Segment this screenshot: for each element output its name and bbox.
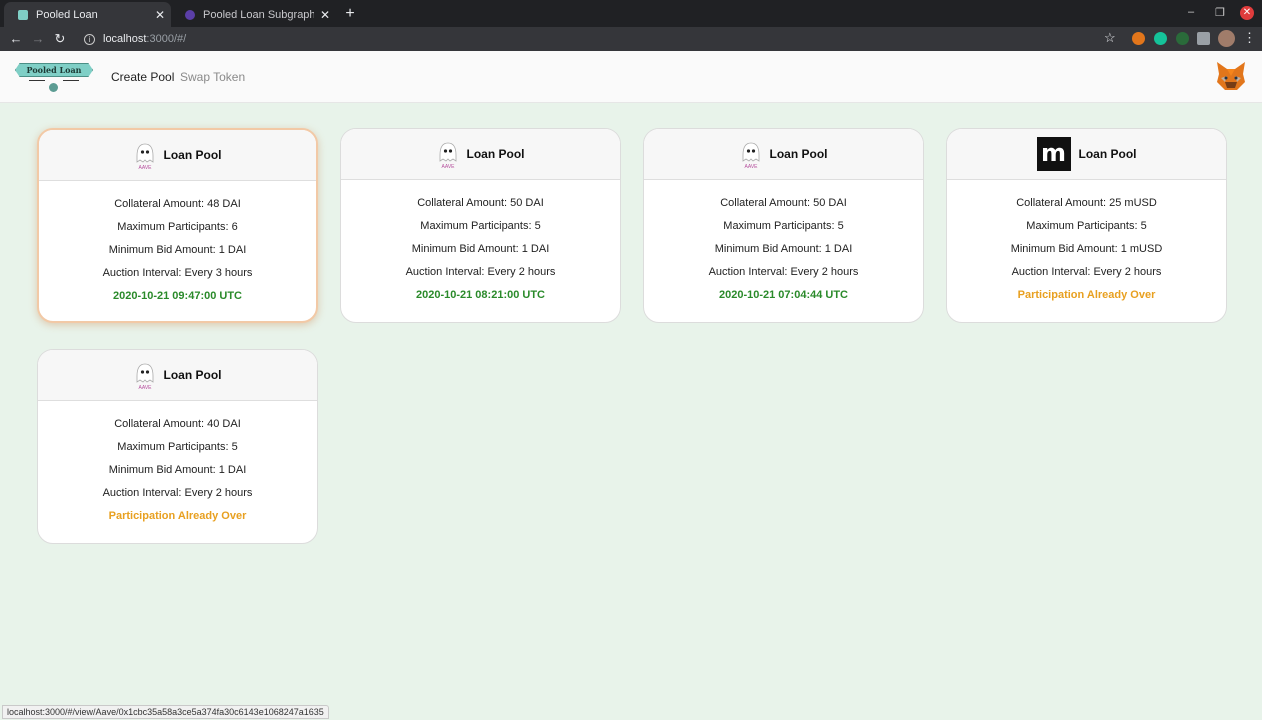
- aave-ghost-icon: AAVE: [742, 142, 759, 169]
- card-body: Collateral Amount: 48 DAI Maximum Partic…: [39, 181, 316, 308]
- collateral-amount: Collateral Amount: 50 DAI: [417, 197, 544, 209]
- tab-title: Pooled Loan: [36, 8, 98, 21]
- card-body: Collateral Amount: 50 DAI Maximum Partic…: [341, 180, 620, 307]
- aave-ghost-icon: AAVE: [136, 143, 153, 170]
- site-info-icon[interactable]: i: [84, 33, 95, 45]
- card-header: m Loan Pool: [947, 129, 1226, 180]
- card-title: Loan Pool: [163, 368, 222, 382]
- max-participants: Maximum Participants: 5: [420, 220, 541, 232]
- svg-text:AAVE: AAVE: [138, 385, 152, 390]
- reload-icon[interactable]: ↻: [51, 30, 69, 48]
- bookmark-star-icon[interactable]: ☆: [1104, 30, 1116, 46]
- aave-ghost-icon: AAVE: [136, 363, 153, 390]
- brand-logo[interactable]: Pooled Loan: [15, 59, 93, 95]
- extensions-puzzle-icon[interactable]: [1197, 32, 1210, 45]
- metamask-fox-icon[interactable]: [1215, 60, 1247, 92]
- min-bid-amount: Minimum Bid Amount: 1 DAI: [108, 244, 247, 256]
- card-header: AAVE Loan Pool: [39, 130, 316, 181]
- tab-close-icon[interactable]: ✕: [149, 8, 171, 22]
- auction-interval: Auction Interval: Every 2 hours: [708, 266, 859, 278]
- metamask-extension-icon[interactable]: [1132, 32, 1145, 45]
- window-close-icon[interactable]: ✕: [1240, 6, 1254, 20]
- card-body: Collateral Amount: 50 DAI Maximum Partic…: [644, 180, 923, 307]
- brand-coin-icon: [49, 83, 58, 92]
- collateral-amount: Collateral Amount: 25 mUSD: [1016, 197, 1157, 209]
- new-tab-button[interactable]: +: [340, 4, 360, 24]
- tab-pooled-loan-subgraph[interactable]: Pooled Loan Subgraph ✕: [171, 2, 336, 27]
- loan-pool-card[interactable]: m Loan Pool Collateral Amount: 25 mUSD M…: [946, 128, 1227, 323]
- tab-favicon-icon: [18, 9, 28, 20]
- tab-favicon-icon: [185, 9, 195, 20]
- tab-pooled-loan[interactable]: Pooled Loan ✕: [4, 2, 171, 27]
- tab-title: Pooled Loan Subgraph: [203, 8, 314, 21]
- nav-swap-token[interactable]: Swap Token: [180, 70, 245, 84]
- auction-interval: Auction Interval: Every 2 hours: [1011, 266, 1162, 278]
- pool-status: Participation Already Over: [1017, 289, 1156, 301]
- card-header: AAVE Loan Pool: [644, 129, 923, 180]
- forward-icon[interactable]: →: [29, 30, 47, 48]
- minimize-icon[interactable]: –: [1188, 6, 1194, 18]
- pool-status: 2020-10-21 09:47:00 UTC: [112, 290, 243, 302]
- address-url: localhost:3000/#/: [103, 33, 187, 45]
- brand-banner: Pooled Loan: [15, 63, 93, 77]
- collateral-amount: Collateral Amount: 48 DAI: [114, 198, 241, 210]
- collateral-amount: Collateral Amount: 40 DAI: [114, 418, 241, 430]
- auction-interval: Auction Interval: Every 2 hours: [405, 266, 556, 278]
- card-title: Loan Pool: [1078, 147, 1137, 161]
- max-participants: Maximum Participants: 5: [723, 220, 844, 232]
- min-bid-amount: Minimum Bid Amount: 1 DAI: [411, 243, 550, 255]
- loan-pool-card[interactable]: AAVE Loan Pool Collateral Amount: 50 DAI…: [643, 128, 924, 323]
- card-body: Collateral Amount: 40 DAI Maximum Partic…: [38, 401, 317, 528]
- auction-interval: Auction Interval: Every 3 hours: [102, 267, 253, 279]
- max-participants: Maximum Participants: 5: [117, 441, 238, 453]
- restore-icon[interactable]: ❐: [1215, 6, 1225, 19]
- card-title: Loan Pool: [466, 147, 525, 161]
- card-body: Collateral Amount: 25 mUSD Maximum Parti…: [947, 180, 1226, 307]
- link-status-bar: localhost:3000/#/view/Aave/0x1cbc35a58a3…: [2, 705, 329, 719]
- svg-text:AAVE: AAVE: [441, 164, 455, 169]
- grammarly-extension-icon[interactable]: [1154, 32, 1167, 45]
- card-header: AAVE Loan Pool: [38, 350, 317, 401]
- browser-tabbar: Pooled Loan ✕ Pooled Loan Subgraph ✕ + –…: [0, 0, 1262, 27]
- min-bid-amount: Minimum Bid Amount: 1 DAI: [108, 464, 247, 476]
- max-participants: Maximum Participants: 6: [117, 221, 238, 233]
- svg-text:AAVE: AAVE: [138, 165, 152, 170]
- pool-status: Participation Already Over: [108, 510, 247, 522]
- mstable-icon: m: [1036, 137, 1071, 171]
- auction-interval: Auction Interval: Every 2 hours: [102, 487, 253, 499]
- min-bid-amount: Minimum Bid Amount: 1 mUSD: [1010, 243, 1163, 255]
- card-title: Loan Pool: [769, 147, 828, 161]
- min-bid-amount: Minimum Bid Amount: 1 DAI: [714, 243, 853, 255]
- app-header: Pooled Loan Create Pool Swap Token: [0, 51, 1262, 103]
- loan-pool-card[interactable]: AAVE Loan Pool Collateral Amount: 48 DAI…: [37, 128, 318, 323]
- browser-toolbar: ← → ↻ i localhost:3000/#/ ☆ ⋮: [0, 27, 1262, 51]
- card-title: Loan Pool: [163, 148, 222, 162]
- nav-create-pool[interactable]: Create Pool: [111, 70, 174, 84]
- loan-pool-card[interactable]: AAVE Loan Pool Collateral Amount: 40 DAI…: [37, 349, 318, 544]
- svg-text:AAVE: AAVE: [744, 164, 758, 169]
- loan-pool-card[interactable]: AAVE Loan Pool Collateral Amount: 50 DAI…: [340, 128, 621, 323]
- card-header: AAVE Loan Pool: [341, 129, 620, 180]
- collateral-amount: Collateral Amount: 50 DAI: [720, 197, 847, 209]
- pool-status: 2020-10-21 08:21:00 UTC: [415, 289, 546, 301]
- extension-icon[interactable]: [1176, 32, 1189, 45]
- pool-status: 2020-10-21 07:04:44 UTC: [718, 289, 849, 301]
- aave-ghost-icon: AAVE: [439, 142, 456, 169]
- back-icon[interactable]: ←: [7, 30, 25, 48]
- browser-menu-icon[interactable]: ⋮: [1243, 30, 1256, 46]
- tab-close-icon[interactable]: ✕: [314, 8, 336, 22]
- max-participants: Maximum Participants: 5: [1026, 220, 1147, 232]
- address-bar[interactable]: i localhost:3000/#/: [78, 29, 1128, 49]
- profile-avatar[interactable]: [1218, 30, 1235, 47]
